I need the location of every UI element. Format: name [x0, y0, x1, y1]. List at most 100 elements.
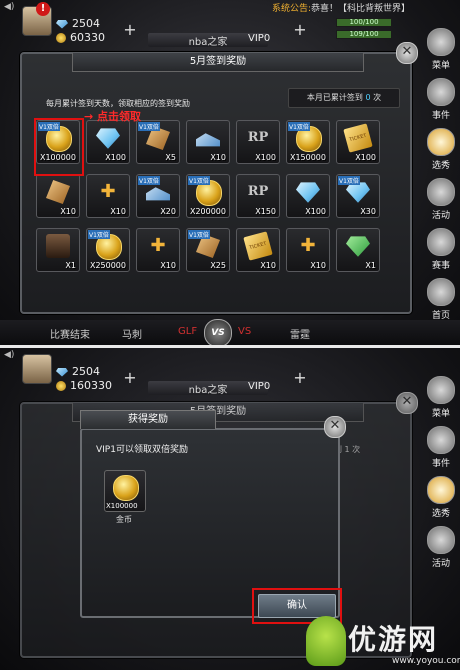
reward-cell[interactable]: V1双倍 X30 — [336, 174, 380, 218]
reward-qty: X20 — [160, 207, 176, 216]
reward-cell[interactable]: ✚ X10 — [86, 174, 130, 218]
reward-qty: X100 — [105, 153, 126, 162]
card-icon — [46, 180, 70, 204]
coin-icon — [56, 33, 66, 43]
reward-cell[interactable]: TICKET X10 — [236, 228, 280, 272]
vs-icon: VS — [204, 319, 232, 345]
reward-qty: X25 — [210, 261, 226, 270]
reward-cell[interactable]: V1双倍 X5 — [136, 120, 180, 164]
diamond-counter: 2504 — [56, 17, 100, 30]
shoe-icon — [196, 133, 220, 147]
watermark: 优游网 www.yoyou.com — [306, 616, 460, 670]
menu-button-2[interactable]: 菜单 — [424, 376, 458, 419]
bottom-screenshot: ◀) 2504 160330 + nba之家 VIP0 + 菜单 事件 选秀 活… — [0, 348, 460, 670]
reward-cell[interactable]: X100 — [86, 120, 130, 164]
reward-popup: 获得奖励 ✕ VIP1可以领取双倍奖励 X100000 金币 确认 — [80, 410, 346, 624]
activities-button[interactable]: 活动 — [424, 178, 458, 221]
ticket-icon: TICKET — [343, 123, 373, 153]
events-icon — [427, 426, 455, 454]
status-bar-2: ◀) 2504 160330 + nba之家 VIP0 + — [0, 348, 460, 396]
reward-cell[interactable]: ✚ X10 — [286, 228, 330, 272]
reward-label: 金币 — [116, 515, 132, 524]
reward-qty: X10 — [260, 261, 276, 270]
team-a-label: 马刺 — [122, 330, 142, 341]
reward-qty: X100 — [255, 153, 276, 162]
double-badge: V1双倍 — [138, 122, 160, 131]
status-bar: ◀) ! 2504 60330 + nba之家 VIP0 系统公告:恭喜！【科比… — [0, 0, 460, 48]
add-energy-button-2[interactable]: + — [292, 370, 308, 386]
reward-cell[interactable]: V1双倍 X20 — [136, 174, 180, 218]
events-button[interactable]: 事件 — [424, 78, 458, 121]
dialog-title: 5月签到奖励 — [72, 53, 364, 72]
reward-cell[interactable]: V1双倍 X250000 — [86, 228, 130, 272]
diamond-icon — [56, 367, 68, 377]
menu-button[interactable]: 菜单 — [424, 28, 458, 71]
announcement: 系统公告:恭喜！【科比背叛世界】 — [272, 4, 411, 14]
avatar-2[interactable] — [22, 354, 52, 384]
gem-icon — [346, 236, 370, 257]
rp-icon: RP — [247, 130, 269, 145]
add-energy-button[interactable]: + — [292, 22, 308, 38]
draft-button[interactable]: 选秀 — [424, 128, 458, 171]
diamond-icon — [296, 182, 320, 203]
vip-level: VIP0 — [248, 33, 271, 44]
draft-button-2[interactable]: 选秀 — [424, 476, 458, 519]
reward-qty: X5 — [165, 153, 176, 162]
score-left: GLF — [178, 326, 198, 337]
reward-cell[interactable]: X100 — [286, 174, 330, 218]
reward-qty: X250000 — [89, 261, 126, 270]
reward-qty: X150000 — [289, 153, 326, 162]
activities-button-2[interactable]: 活动 — [424, 526, 458, 569]
reward-cell[interactable]: V1双倍 X25 — [186, 228, 230, 272]
reward-qty: X200000 — [189, 207, 226, 216]
reward-item: X100000 — [104, 470, 146, 512]
double-badge: V1双倍 — [88, 230, 110, 239]
alert-icon: ! — [36, 2, 50, 16]
reward-cell[interactable]: RP X100 — [236, 120, 280, 164]
highlight-box — [34, 118, 84, 176]
add-currency-button[interactable]: + — [122, 22, 138, 38]
menu-icon — [427, 28, 455, 56]
speaker-icon[interactable]: ◀) — [4, 2, 14, 12]
popup-message: VIP1可以领取双倍奖励 — [96, 445, 188, 455]
double-badge: V1双倍 — [188, 176, 210, 185]
rp-icon: RP — [247, 184, 269, 199]
player-icon — [46, 234, 70, 258]
reward-cell[interactable]: X1 — [336, 228, 380, 272]
coin-counter-2: 160330 — [56, 379, 112, 392]
activities-icon — [427, 526, 455, 554]
reward-cell[interactable]: X1 — [36, 228, 80, 272]
reward-cell[interactable]: X10 — [186, 120, 230, 164]
reward-cell[interactable]: TICKET X100 — [336, 120, 380, 164]
speaker-icon-2[interactable]: ◀) — [4, 350, 14, 360]
add-currency-button-2[interactable]: + — [122, 370, 138, 386]
reward-qty: X150 — [255, 207, 276, 216]
trophy-icon — [427, 228, 455, 256]
reward-cell[interactable]: V1双倍 X150000 — [286, 120, 330, 164]
home-icon — [427, 278, 455, 306]
events-icon — [427, 78, 455, 106]
activities-icon — [427, 178, 455, 206]
reward-cell[interactable]: RP X150 — [236, 174, 280, 218]
reward-cell[interactable]: X10 — [36, 174, 80, 218]
reward-qty: X10 — [110, 207, 126, 216]
close-icon[interactable]: ✕ — [324, 416, 346, 438]
popup-title: 获得奖励 — [80, 410, 216, 429]
vip-level-2: VIP0 — [248, 381, 271, 392]
reward-cell[interactable]: ✚ X10 — [136, 228, 180, 272]
reward-cell[interactable]: V1双倍 X200000 — [186, 174, 230, 218]
star-icon — [427, 476, 455, 504]
double-badge: V1双倍 — [138, 176, 160, 185]
puzzle-icon: ✚ — [300, 235, 316, 256]
coin-counter: 60330 — [56, 31, 105, 44]
close-icon[interactable]: ✕ — [396, 42, 418, 64]
matches-button[interactable]: 赛事 — [424, 228, 458, 271]
energy-bar-1: 100/100 — [336, 18, 392, 27]
coin-icon — [113, 475, 139, 501]
reward-qty: X30 — [360, 207, 376, 216]
close-icon[interactable]: ✕ — [396, 392, 418, 414]
reward-qty: X1 — [65, 261, 76, 270]
home-button[interactable]: 首页 — [424, 278, 458, 321]
diamond-icon — [96, 128, 120, 149]
events-button-2[interactable]: 事件 — [424, 426, 458, 469]
